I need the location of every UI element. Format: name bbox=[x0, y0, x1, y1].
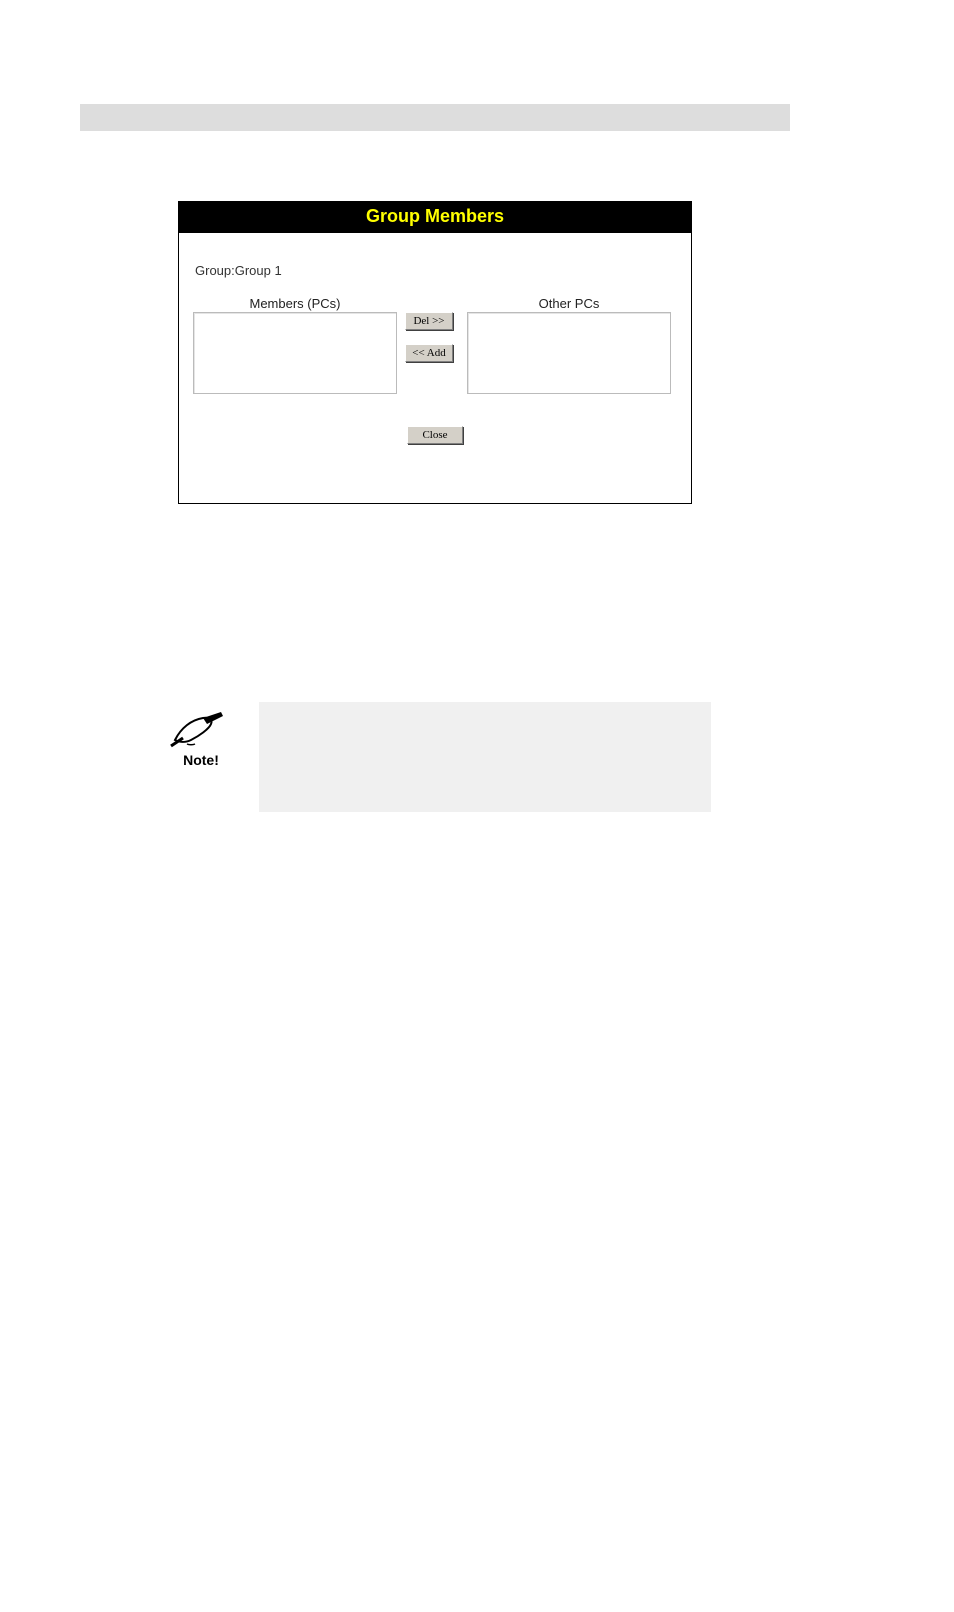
note-label: Note! bbox=[166, 752, 236, 768]
others-listbox[interactable] bbox=[467, 312, 671, 394]
close-row: Close bbox=[193, 426, 677, 444]
note-content-box bbox=[259, 702, 711, 812]
columns-row: Members (PCs) Del >> << Add Other PCs bbox=[193, 296, 677, 394]
others-header: Other PCs bbox=[467, 296, 671, 311]
top-gray-bar bbox=[80, 104, 790, 131]
others-column: Other PCs bbox=[467, 296, 671, 394]
members-header: Members (PCs) bbox=[193, 296, 397, 311]
note-icon-block: Note! bbox=[166, 710, 236, 768]
members-column: Members (PCs) bbox=[193, 296, 397, 394]
transfer-buttons: Del >> << Add bbox=[405, 296, 459, 362]
members-listbox[interactable] bbox=[193, 312, 397, 394]
dialog-title: Group Members bbox=[179, 202, 691, 233]
add-button[interactable]: << Add bbox=[405, 344, 453, 362]
writing-hand-icon bbox=[169, 710, 233, 752]
group-name-label: Group:Group 1 bbox=[195, 263, 677, 278]
close-button[interactable]: Close bbox=[407, 426, 463, 444]
dialog-body: Group:Group 1 Members (PCs) Del >> << Ad… bbox=[179, 233, 691, 503]
del-button[interactable]: Del >> bbox=[405, 312, 453, 330]
group-members-dialog: Group Members Group:Group 1 Members (PCs… bbox=[178, 201, 692, 504]
